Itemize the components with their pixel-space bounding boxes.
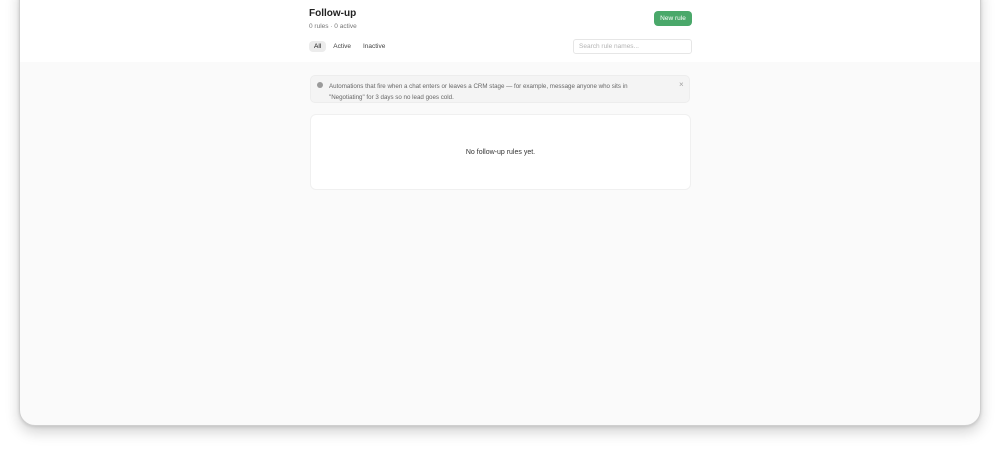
rules-count: 0 rules · 0 active [309, 23, 357, 30]
page-title: Follow-up [309, 8, 357, 19]
tab-all[interactable]: All [309, 41, 327, 52]
close-icon[interactable]: × [679, 80, 684, 89]
app-window: Follow-up 0 rules · 0 active New rule Al… [19, 0, 981, 426]
page-header: Follow-up 0 rules · 0 active New rule Al… [20, 0, 980, 62]
search-input[interactable] [573, 39, 692, 54]
tab-active[interactable]: Active [328, 41, 356, 52]
filter-tabs: All Active Inactive [309, 41, 390, 52]
tab-inactive[interactable]: Inactive [358, 41, 390, 52]
info-icon [317, 82, 323, 88]
new-rule-button[interactable]: New rule [654, 11, 692, 26]
info-banner: Automations that fire when a chat enters… [310, 75, 690, 103]
rules-list-empty: No follow-up rules yet. [310, 114, 691, 190]
empty-state-text: No follow-up rules yet. [465, 148, 536, 156]
banner-text: Automations that fire when a chat enters… [329, 83, 628, 101]
